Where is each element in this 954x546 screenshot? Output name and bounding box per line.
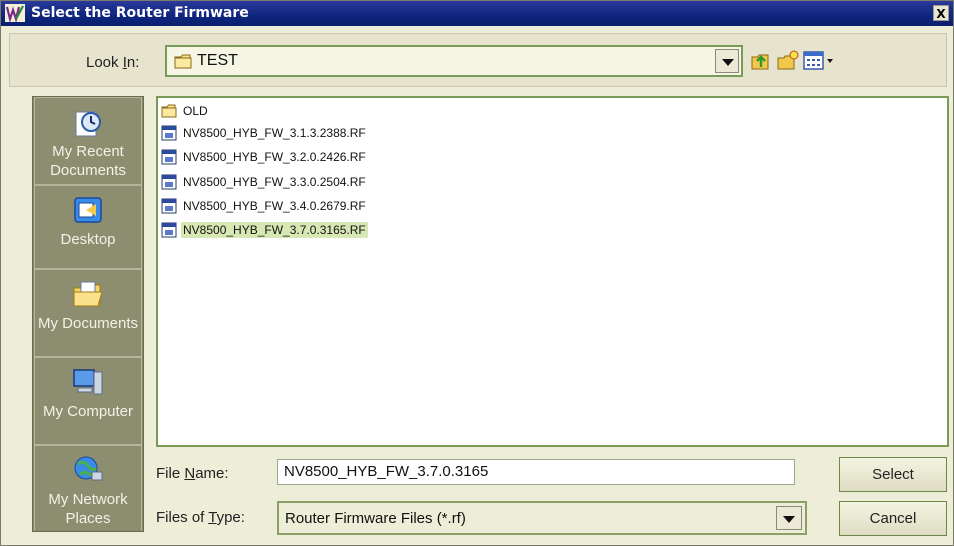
chevron-down-icon (722, 59, 734, 66)
file-name: NV8500_HYB_FW_3.2.0.2426.RF (183, 150, 366, 164)
place-desktop[interactable]: Desktop (34, 185, 142, 269)
filetype-value: Router Firmware Files (*.rf) (285, 510, 466, 527)
window-title: Select the Router Firmware (31, 5, 249, 21)
file-list[interactable]: OLD NV8500_HYB_FW_3.1.3.2388.RF NV8500_H… (156, 96, 949, 447)
my-computer-icon (73, 369, 103, 395)
filetype-label: Files of Type: (156, 509, 245, 526)
filename-label: File Name: (156, 465, 229, 482)
file-name: OLD (183, 104, 208, 118)
close-icon: X (936, 7, 946, 21)
firmware-file-icon (161, 198, 177, 214)
up-folder-icon (751, 54, 769, 70)
title-bar[interactable]: Select the Router Firmware X (1, 1, 953, 26)
place-recent-documents[interactable]: My Recent Documents (34, 97, 142, 185)
new-folder-button[interactable] (776, 49, 800, 73)
lookin-dropdown-button[interactable] (715, 49, 739, 73)
place-my-documents[interactable]: My Documents (34, 269, 142, 357)
file-name: NV8500_HYB_FW_3.3.0.2504.RF (183, 175, 366, 189)
select-button[interactable]: Select (839, 457, 947, 492)
place-label: Desktop (60, 231, 116, 248)
file-chooser-dialog: Select the Router Firmware X Look In: TE… (0, 0, 954, 546)
filename-input[interactable]: NV8500_HYB_FW_3.7.0.3165 (277, 459, 795, 485)
filetype-dropdown-button[interactable] (776, 506, 802, 530)
recent-documents-icon (75, 111, 101, 137)
firmware-file-icon (161, 174, 177, 190)
file-name: NV8500_HYB_FW_3.4.0.2679.RF (183, 199, 366, 213)
place-label: My Computer (42, 403, 134, 420)
app-logo-icon (5, 4, 25, 22)
file-name: NV8500_HYB_FW_3.1.3.2388.RF (183, 126, 366, 140)
lookin-label: Look In: (86, 54, 140, 71)
folder-row[interactable]: OLD (161, 101, 210, 121)
new-folder-icon (777, 50, 799, 70)
places-bar: My Recent Documents Desktop My Documents (32, 96, 144, 532)
lookin-combobox[interactable]: TEST (165, 45, 743, 77)
file-row-selected[interactable]: NV8500_HYB_FW_3.7.0.3165.RF (161, 220, 368, 240)
file-row[interactable]: NV8500_HYB_FW_3.2.0.2426.RF (161, 147, 368, 167)
file-row[interactable]: NV8500_HYB_FW_3.4.0.2679.RF (161, 196, 368, 216)
file-row[interactable]: NV8500_HYB_FW_3.3.0.2504.RF (161, 172, 368, 192)
lookin-toolbar: Look In: TEST (9, 33, 947, 87)
view-menu-icon (803, 51, 833, 70)
file-row[interactable]: NV8500_HYB_FW_3.1.3.2388.RF (161, 123, 368, 143)
folder-icon (161, 104, 177, 118)
place-label: My Recent Documents (50, 143, 126, 179)
place-label: My Network Places (48, 491, 128, 527)
current-folder: TEST (197, 52, 238, 69)
cancel-button[interactable]: Cancel (839, 501, 947, 536)
firmware-file-icon (161, 125, 177, 141)
firmware-file-icon (161, 222, 177, 238)
file-name: NV8500_HYB_FW_3.7.0.3165.RF (181, 222, 368, 238)
my-documents-icon (73, 281, 103, 307)
desktop-icon (74, 197, 102, 223)
filetype-select[interactable]: Router Firmware Files (*.rf) (277, 501, 807, 535)
view-menu-button[interactable] (803, 49, 837, 73)
chevron-down-icon (783, 516, 795, 523)
place-my-computer[interactable]: My Computer (34, 357, 142, 445)
place-label: My Documents (37, 315, 139, 332)
place-network-places[interactable]: My Network Places (34, 445, 142, 531)
close-button[interactable]: X (933, 5, 949, 21)
firmware-file-icon (161, 149, 177, 165)
up-one-level-button[interactable] (749, 49, 773, 73)
folder-icon (174, 54, 192, 69)
network-places-icon (74, 456, 103, 481)
